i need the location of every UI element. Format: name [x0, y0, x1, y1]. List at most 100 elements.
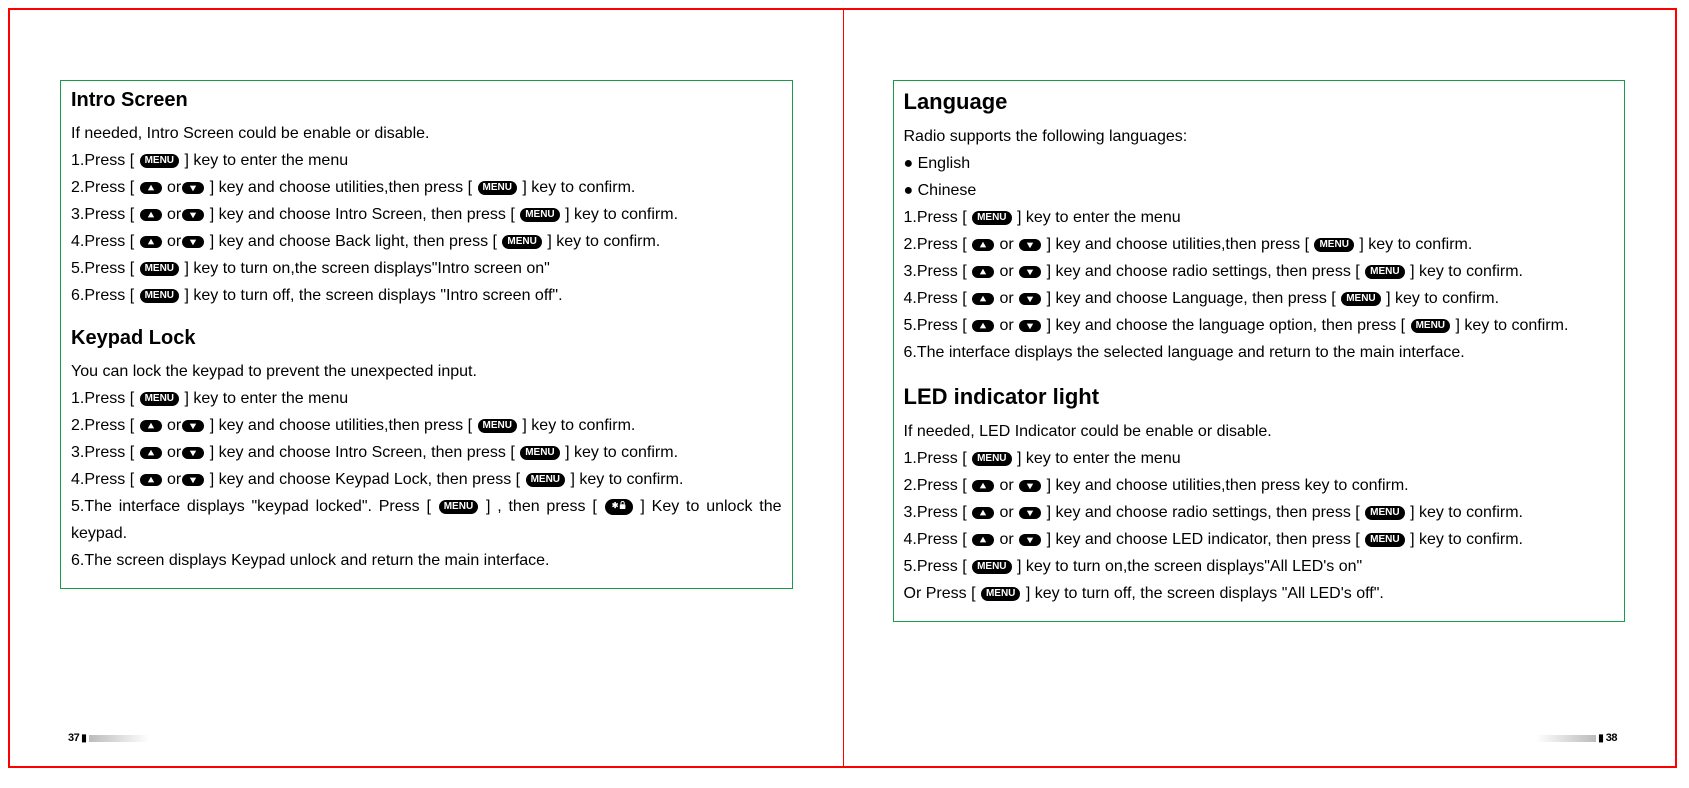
menu-key-icon: MENU — [140, 262, 179, 276]
up-arrow-key-icon — [972, 480, 994, 492]
instruction-line: 6.The screen displays Keypad unlock and … — [71, 547, 782, 574]
pagenum-bar: ▮ — [81, 733, 87, 744]
outer-frame: Intro Screen If needed, Intro Screen coul… — [8, 8, 1677, 768]
menu-key-icon: MENU — [478, 419, 517, 433]
up-arrow-key-icon — [972, 534, 994, 546]
instruction-line: Or Press [ MENU ] key to turn off, the s… — [904, 580, 1615, 607]
section-title: Language — [904, 89, 1615, 115]
down-arrow-key-icon — [1019, 320, 1041, 332]
section-spacer — [904, 366, 1615, 384]
bullet-item: ● English — [904, 150, 1615, 177]
instruction-line: 4.Press [ or ] key and choose Back light… — [71, 228, 782, 255]
menu-key-icon: MENU — [140, 154, 179, 168]
section-title: Keypad Lock — [71, 327, 782, 350]
instruction-line: 3.Press [ or ] key and choose Intro Scre… — [71, 439, 782, 466]
menu-key-icon: MENU — [140, 392, 179, 406]
page-number-left: 37▮ — [68, 732, 149, 744]
up-arrow-key-icon — [972, 320, 994, 332]
up-arrow-key-icon — [140, 236, 162, 248]
up-arrow-key-icon — [140, 474, 162, 486]
menu-key-icon: MENU — [1341, 292, 1380, 306]
instruction-line: 2.Press [ or ] key and choose utilities,… — [71, 412, 782, 439]
section-body: Radio supports the following languages:●… — [904, 123, 1615, 366]
down-arrow-key-icon — [1019, 534, 1041, 546]
section-title: Intro Screen — [71, 89, 782, 112]
instruction-line: 3.Press [ or ] key and choose Intro Scre… — [71, 201, 782, 228]
up-arrow-key-icon — [140, 182, 162, 194]
up-arrow-key-icon — [972, 293, 994, 305]
instruction-line: 1.Press [ MENU ] key to enter the menu — [71, 147, 782, 174]
instruction-line: 1.Press [ MENU ] key to enter the menu — [904, 204, 1615, 231]
instruction-line: 5.Press [ MENU ] key to turn on,the scre… — [904, 553, 1615, 580]
instruction-line: 2.Press [ or ] key and choose utilities,… — [904, 472, 1615, 499]
instruction-line: 4.Press [ or ] key and choose LED indica… — [904, 526, 1615, 553]
instruction-line: 2.Press [ or ] key and choose utilities,… — [904, 231, 1615, 258]
section-spacer — [71, 309, 782, 327]
up-arrow-key-icon — [140, 209, 162, 221]
down-arrow-key-icon — [1019, 293, 1041, 305]
pagenum-bar: ▮ — [1598, 733, 1604, 744]
menu-key-icon: MENU — [1365, 506, 1404, 520]
down-arrow-key-icon — [182, 236, 204, 248]
down-arrow-key-icon — [1019, 266, 1041, 278]
page-number-right: ▮38 — [1536, 732, 1617, 744]
instruction-line: 5.Press [ or ] key and choose the langua… — [904, 312, 1615, 339]
instruction-line: 6.The interface displays the selected la… — [904, 339, 1615, 366]
content-box-left: Intro Screen If needed, Intro Screen coul… — [60, 80, 793, 589]
section-title: LED indicator light — [904, 384, 1615, 410]
menu-key-icon: MENU — [1365, 265, 1404, 279]
up-arrow-key-icon — [972, 266, 994, 278]
menu-key-icon: MENU — [972, 211, 1011, 225]
menu-key-icon: MENU — [140, 289, 179, 303]
up-arrow-key-icon — [972, 239, 994, 251]
instruction-line: 6.Press [ MENU ] key to turn off, the sc… — [71, 282, 782, 309]
menu-key-icon: MENU — [1314, 238, 1353, 252]
down-arrow-key-icon — [182, 209, 204, 221]
instruction-line: 1.Press [ MENU ] key to enter the menu — [71, 385, 782, 412]
instruction-line: 4.Press [ or ] key and choose Language, … — [904, 285, 1615, 312]
pagenum-stripe — [89, 735, 149, 742]
pagenum-stripe — [1536, 735, 1596, 742]
down-arrow-key-icon — [1019, 507, 1041, 519]
up-arrow-key-icon — [972, 507, 994, 519]
up-arrow-key-icon — [140, 420, 162, 432]
section-intro: You can lock the keypad to prevent the u… — [71, 358, 782, 385]
page-right: Language Radio supports the following lan… — [843, 10, 1676, 766]
menu-key-icon: MENU — [520, 208, 559, 222]
section-intro: Radio supports the following languages: — [904, 123, 1615, 150]
menu-key-icon: MENU — [1365, 533, 1404, 547]
menu-key-icon: MENU — [1411, 319, 1450, 333]
menu-key-icon: MENU — [520, 446, 559, 460]
down-arrow-key-icon — [182, 447, 204, 459]
instruction-line: 1.Press [ MENU ] key to enter the menu — [904, 445, 1615, 472]
down-arrow-key-icon — [182, 420, 204, 432]
content-box-right: Language Radio supports the following lan… — [893, 80, 1626, 622]
menu-key-icon: MENU — [502, 235, 541, 249]
instruction-line: 2.Press [ or ] key and choose utilities,… — [71, 174, 782, 201]
bullet-item: ● Chinese — [904, 177, 1615, 204]
svg-text:✱: ✱ — [611, 501, 618, 510]
menu-key-icon: MENU — [478, 181, 517, 195]
section-body: If needed, LED Indicator could be enable… — [904, 418, 1615, 607]
menu-key-icon: MENU — [972, 452, 1011, 466]
instruction-line: 5.The interface displays "keypad locked"… — [71, 493, 782, 547]
page-left: Intro Screen If needed, Intro Screen coul… — [10, 10, 843, 766]
section-body: If needed, Intro Screen could be enable … — [71, 120, 782, 309]
section-intro: If needed, LED Indicator could be enable… — [904, 418, 1615, 445]
section-body: You can lock the keypad to prevent the u… — [71, 358, 782, 574]
menu-key-icon: MENU — [981, 587, 1020, 601]
menu-key-icon: MENU — [972, 560, 1011, 574]
instruction-line: 4.Press [ or ] key and choose Keypad Loc… — [71, 466, 782, 493]
up-arrow-key-icon — [140, 447, 162, 459]
instruction-line: 3.Press [ or ] key and choose radio sett… — [904, 258, 1615, 285]
section-intro: If needed, Intro Screen could be enable … — [71, 120, 782, 147]
down-arrow-key-icon — [1019, 480, 1041, 492]
menu-key-icon: MENU — [526, 473, 565, 487]
down-arrow-key-icon — [1019, 239, 1041, 251]
pagenum-text: 37 — [68, 732, 79, 744]
down-arrow-key-icon — [182, 474, 204, 486]
menu-key-icon: MENU — [439, 500, 478, 514]
star-lock-key-icon: ✱ — [605, 499, 633, 515]
pagenum-text: 38 — [1606, 732, 1617, 744]
down-arrow-key-icon — [182, 182, 204, 194]
